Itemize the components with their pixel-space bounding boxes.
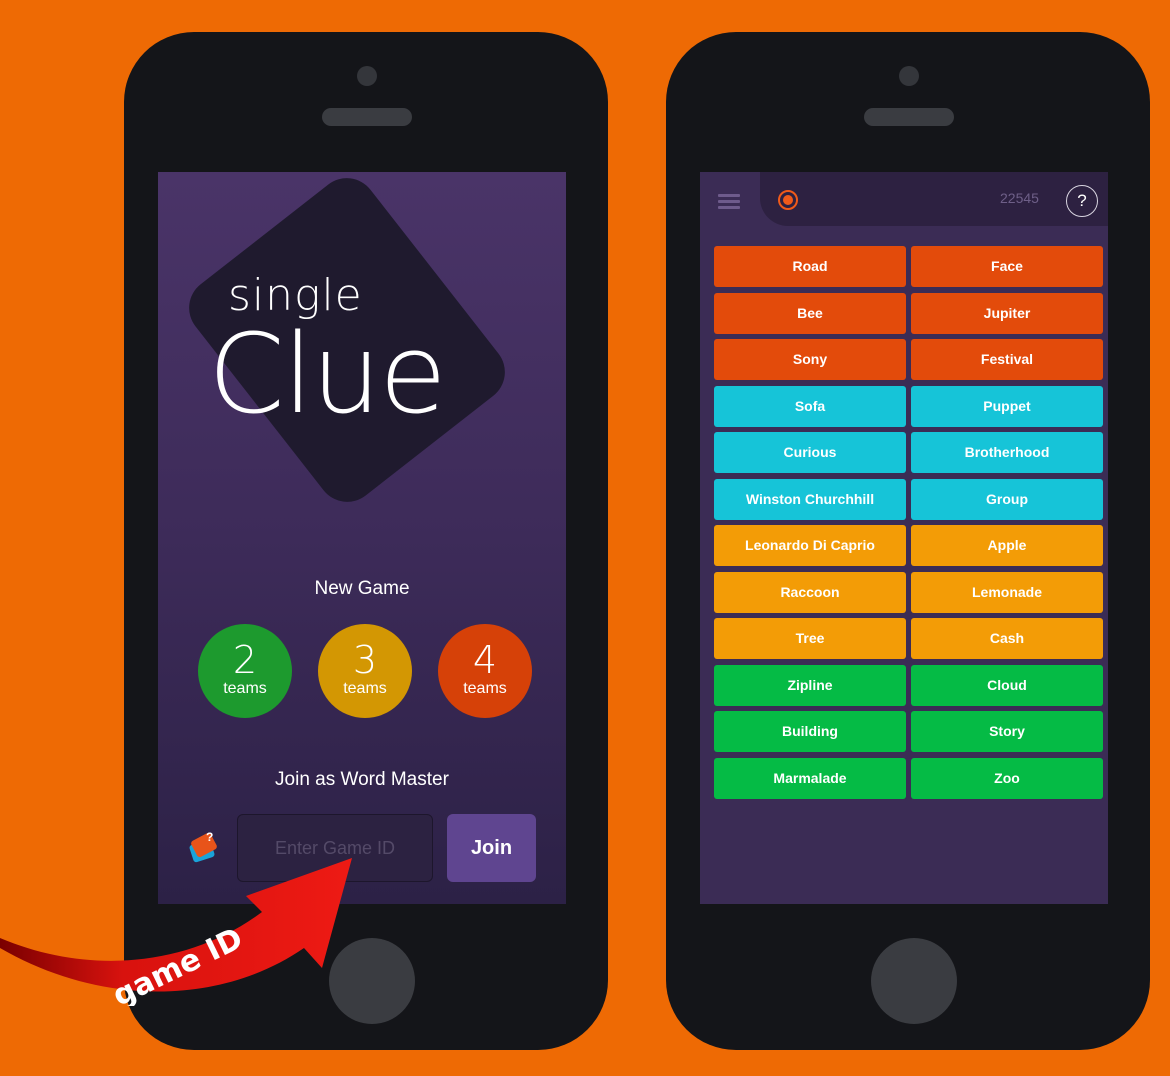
team-count: 4 bbox=[472, 638, 498, 682]
new-game-heading: New Game bbox=[314, 578, 410, 599]
menu-icon[interactable] bbox=[718, 194, 740, 210]
word-card[interactable]: Tree bbox=[714, 618, 906, 659]
join-button[interactable]: Join bbox=[447, 814, 536, 882]
three-teams-button[interactable]: 3 teams bbox=[318, 624, 412, 718]
word-card[interactable]: Building bbox=[714, 711, 906, 752]
word-card[interactable]: Cash bbox=[911, 618, 1103, 659]
earpiece-speaker bbox=[322, 108, 412, 126]
game-code: 22545 bbox=[1000, 190, 1039, 206]
logo-clue-text: Clue bbox=[208, 310, 447, 438]
word-grid: Road Face Bee Jupiter Sony Festival Sofa Puppet… bbox=[714, 246, 1104, 799]
earpiece-speaker bbox=[864, 108, 954, 126]
two-teams-button[interactable]: 2 teams bbox=[198, 624, 292, 718]
team-label: teams bbox=[463, 680, 507, 697]
top-bar: 22545 ? bbox=[700, 172, 1108, 228]
word-card[interactable]: Jupiter bbox=[911, 292, 1103, 334]
red-arrow-annotation: game ID bbox=[0, 858, 352, 1006]
svg-text:?: ? bbox=[206, 830, 213, 844]
word-card[interactable]: Apple bbox=[911, 525, 1103, 566]
front-camera bbox=[899, 66, 919, 86]
team-count: 2 bbox=[232, 638, 258, 682]
home-screen: single Clue New Game 2 teams 3 teams 4 t… bbox=[158, 172, 566, 904]
join-word-master-heading: Join as Word Master bbox=[275, 769, 449, 790]
word-card[interactable]: Cloud bbox=[911, 664, 1103, 706]
word-card[interactable]: Group bbox=[911, 478, 1103, 520]
team-count: 3 bbox=[352, 638, 378, 682]
team-label: teams bbox=[343, 680, 387, 697]
word-card[interactable]: Lemonade bbox=[911, 571, 1103, 613]
word-card[interactable]: Marmalade bbox=[714, 757, 906, 799]
record-indicator-icon bbox=[778, 190, 798, 210]
word-card[interactable]: Winston Churchhill bbox=[714, 478, 906, 520]
word-card[interactable]: Road bbox=[714, 246, 906, 287]
word-card[interactable]: Zoo bbox=[911, 757, 1103, 799]
word-card[interactable]: Face bbox=[911, 246, 1103, 287]
word-card[interactable]: Brotherhood bbox=[911, 432, 1103, 473]
word-card[interactable]: Zipline bbox=[714, 664, 906, 706]
word-card[interactable]: Sofa bbox=[714, 385, 906, 427]
word-card[interactable]: Curious bbox=[714, 432, 906, 473]
word-card[interactable]: Puppet bbox=[911, 385, 1103, 427]
word-card[interactable]: Bee bbox=[714, 292, 906, 334]
word-card[interactable]: Festival bbox=[911, 339, 1103, 380]
word-card[interactable]: Sony bbox=[714, 339, 906, 380]
front-camera bbox=[357, 66, 377, 86]
word-card[interactable]: Story bbox=[911, 711, 1103, 752]
team-label: teams bbox=[223, 680, 267, 697]
four-teams-button[interactable]: 4 teams bbox=[438, 624, 532, 718]
phone-right: 22545 ? Road Face Bee Jupiter Sony Festival So… bbox=[666, 32, 1150, 1050]
word-card[interactable]: Leonardo Di Caprio bbox=[714, 525, 906, 566]
top-bar-main bbox=[760, 172, 1108, 226]
game-board-screen: 22545 ? Road Face Bee Jupiter Sony Festival So… bbox=[700, 172, 1108, 904]
help-icon[interactable]: ? bbox=[1066, 185, 1098, 217]
home-button[interactable] bbox=[871, 938, 957, 1024]
word-card[interactable]: Raccoon bbox=[714, 571, 906, 613]
